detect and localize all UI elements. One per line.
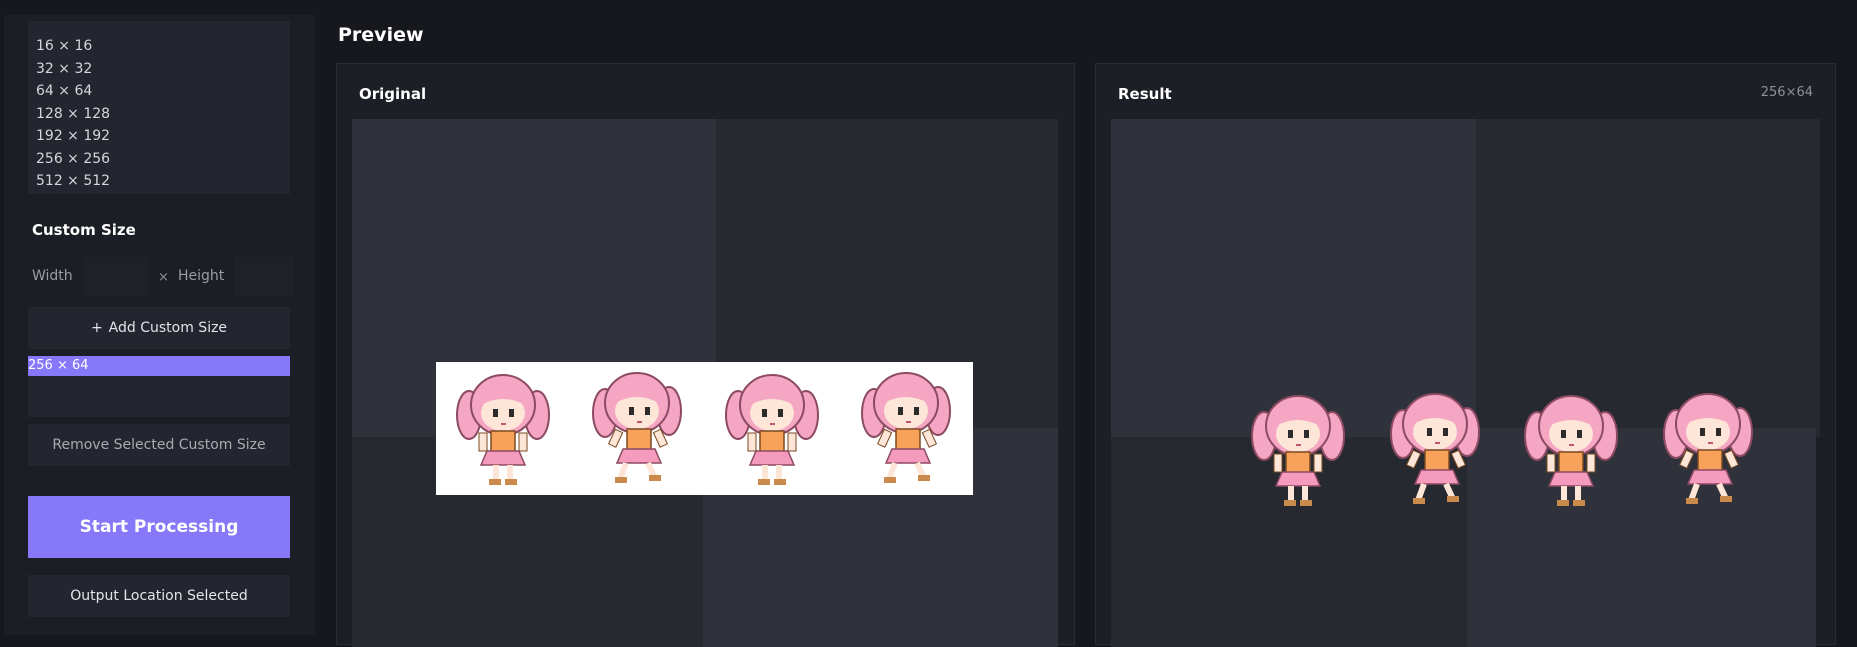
add-custom-size-button[interactable]: + Add Custom Size [28,307,290,349]
add-custom-size-label: Add Custom Size [108,320,228,336]
preset-size-128[interactable]: 128 × 128 [36,106,110,122]
output-location-button[interactable]: Output Location Selected [28,575,290,617]
result-sprite-image [1250,388,1770,512]
custom-size-title: Custom Size [32,221,136,239]
height-input[interactable] [234,257,294,297]
sprite-frame [1390,393,1480,505]
preset-size-32[interactable]: 32 × 32 [36,61,92,77]
custom-size-item-selected[interactable]: 256 × 64 [28,356,290,376]
start-processing-button[interactable]: Start Processing [28,496,290,558]
result-title: Result [1118,85,1172,103]
preset-size-192[interactable]: 192 × 192 [36,128,110,144]
sidebar: 16 × 16 32 × 32 64 × 64 128 × 128 192 × … [4,15,315,635]
sprite-frame [1663,393,1753,505]
preset-size-256[interactable]: 256 × 256 [36,151,110,167]
sprite-frame [455,367,551,491]
preset-size-512[interactable]: 512 × 512 [36,173,110,189]
width-input[interactable] [84,257,148,297]
sprite-frame [589,367,685,491]
result-panel: Result 256×64 [1095,63,1836,647]
preset-size-16[interactable]: 16 × 16 [36,38,92,54]
width-label: Width [32,268,73,284]
preset-size-list[interactable]: 16 × 16 32 × 32 64 × 64 128 × 128 192 × … [28,21,290,194]
original-sprite-image [436,362,973,495]
plus-icon: + [90,320,103,336]
sprite-frame [1251,395,1345,507]
original-title: Original [359,85,427,103]
times-sign: × [158,270,169,285]
custom-size-list[interactable]: 256 × 64 [28,356,290,417]
sprite-frame [724,367,820,491]
result-dimensions: 256×64 [1760,85,1813,100]
preset-size-64[interactable]: 64 × 64 [36,83,92,99]
sprite-frame [1524,395,1618,507]
sprite-frame [858,367,954,491]
preview-title: Preview [338,24,424,46]
height-label: Height [178,268,225,284]
remove-custom-size-button[interactable]: Remove Selected Custom Size [28,424,290,466]
original-panel: Original [336,63,1075,647]
